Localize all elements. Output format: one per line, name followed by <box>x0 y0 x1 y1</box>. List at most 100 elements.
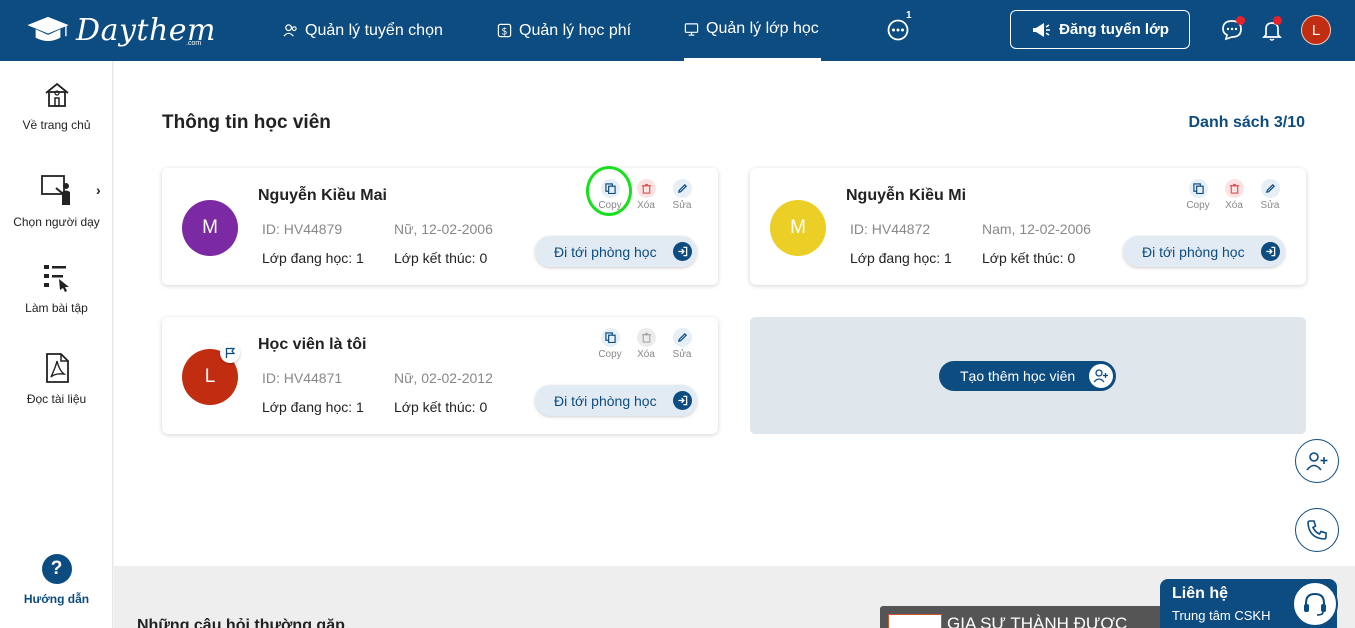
student-name: Nguyễn Kiều Mai <box>258 187 387 204</box>
student-name: Nguyễn Kiều Mi <box>846 187 967 204</box>
go-to-classroom-label: Đi tới phòng học <box>1142 243 1245 260</box>
classes-finished: Lớp kết thúc: 0 <box>982 250 1076 266</box>
student-id: ID: HV44872 <box>850 221 931 237</box>
pencil-icon <box>677 183 687 193</box>
pencil-icon <box>677 332 687 342</box>
promo-banner[interactable]: GIA SƯ THÀNH ĐƯỢC <box>880 606 1160 628</box>
copy-label: Copy <box>598 349 622 360</box>
graduation-cap-icon <box>27 16 69 42</box>
bell-notification-dot <box>1273 16 1282 25</box>
edit-button[interactable]: Sửa <box>667 179 697 211</box>
dollar-icon: $ <box>497 23 512 37</box>
users-icon <box>283 24 297 37</box>
question-icon: ? <box>41 554 72 584</box>
contact-subtitle: Trung tâm CSKH <box>1172 608 1271 623</box>
copy-button[interactable]: Copy <box>595 328 625 360</box>
main-content: Thông tin học viên Danh sách 3/10 M Nguy… <box>114 61 1355 566</box>
student-name: Học viên là tôi <box>258 336 367 353</box>
contact-title: Liên hệ <box>1172 585 1229 602</box>
go-to-classroom-button[interactable]: Đi tới phòng học <box>535 385 697 416</box>
add-student-button[interactable]: Tạo thêm học viên <box>939 361 1116 391</box>
nav-tuition-label: Quản lý học phí <box>519 21 632 39</box>
go-to-classroom-button[interactable]: Đi tới phòng học <box>1123 236 1285 267</box>
student-card: M Nguyễn Kiều Mai ID: HV44879 Nữ, 12-02-… <box>162 166 718 285</box>
flag-icon <box>220 343 240 363</box>
sidebar: Về trang chủ Chọn người dạy › Làm bài tậ… <box>0 61 113 628</box>
student-id: ID: HV44879 <box>262 221 343 237</box>
trash-icon <box>1229 183 1239 194</box>
student-avatar: M <box>182 200 238 256</box>
enter-icon <box>678 395 688 406</box>
pencil-icon <box>1265 183 1275 193</box>
edit-button[interactable]: Sửa <box>667 328 697 360</box>
edit-label: Sửa <box>672 349 692 360</box>
page-title: Thông tin học viên <box>162 112 331 133</box>
sidebar-item-documents[interactable]: Đọc tài liệu <box>0 352 113 406</box>
delete-label: Xóa <box>637 349 655 360</box>
monitor-icon <box>684 22 699 36</box>
copy-button[interactable]: Copy <box>1183 179 1213 211</box>
sidebar-item-documents-label: Đọc tài liệu <box>26 392 87 406</box>
enter-icon <box>678 246 688 257</box>
sidebar-item-choose-teacher-label: Chọn người dạy <box>13 215 100 229</box>
post-class-button[interactable]: Đăng tuyển lớp <box>1010 10 1190 49</box>
nav-recruitment-label: Quản lý tuyển chọn <box>305 21 443 39</box>
enter-icon <box>1266 246 1276 257</box>
add-user-icon <box>1093 369 1108 383</box>
teacher-board-icon <box>40 175 70 205</box>
pdf-icon <box>45 353 69 383</box>
delete-label: Xóa <box>637 200 655 211</box>
promo-text: GIA SƯ THÀNH ĐƯỢC <box>947 614 1128 628</box>
delete-button[interactable]: Xóa <box>1219 179 1249 211</box>
floating-add-user-button[interactable] <box>1295 439 1339 483</box>
phone-icon <box>1307 520 1327 540</box>
checklist-icon <box>43 265 69 292</box>
trash-icon <box>641 183 651 194</box>
add-student-panel: Tạo thêm học viên <box>750 317 1306 434</box>
edit-button[interactable]: Sửa <box>1255 179 1285 211</box>
sidebar-help-label: Hướng dẫn <box>23 592 90 606</box>
chevron-right-icon[interactable]: › <box>96 182 101 198</box>
student-gender-dob: Nữ, 02-02-2012 <box>394 370 493 386</box>
delete-button[interactable]: Xóa <box>631 179 661 211</box>
sidebar-help[interactable]: ? Hướng dẫn <box>0 554 113 606</box>
edit-label: Sửa <box>672 200 692 211</box>
student-avatar: M <box>770 200 826 256</box>
svg-text:$: $ <box>502 26 508 37</box>
contact-widget[interactable]: Liên hệ Trung tâm CSKH <box>1160 579 1338 628</box>
classes-learning: Lớp đang học: 1 <box>850 250 952 266</box>
user-avatar[interactable]: L <box>1301 15 1331 45</box>
copy-highlight-ring <box>586 166 632 216</box>
floating-phone-button[interactable] <box>1295 508 1339 552</box>
sidebar-item-homework[interactable]: Làm bài tập <box>0 261 113 315</box>
sidebar-item-home-label: Về trang chủ <box>22 118 91 132</box>
classes-finished: Lớp kết thúc: 0 <box>394 250 488 266</box>
nav-recruitment[interactable]: Quản lý tuyển chọn <box>283 0 443 61</box>
add-user-icon <box>1306 452 1328 471</box>
logo[interactable]: Daythem .com <box>26 8 216 52</box>
nav-tuition[interactable]: $ Quản lý học phí <box>497 0 631 61</box>
post-class-label: Đăng tuyển lớp <box>1059 21 1169 38</box>
nav-classes[interactable]: Quản lý lớp học <box>684 0 821 61</box>
student-gender-dob: Nam, 12-02-2006 <box>982 221 1091 237</box>
more-options-icon[interactable] <box>886 18 910 42</box>
add-student-label: Tạo thêm học viên <box>960 368 1076 384</box>
faq-title: Những câu hỏi thường gặp <box>137 617 345 628</box>
classes-learning: Lớp đang học: 1 <box>262 250 364 266</box>
copy-icon <box>604 332 616 343</box>
student-gender-dob: Nữ, 12-02-2006 <box>394 221 493 237</box>
copy-icon <box>1192 183 1204 194</box>
sidebar-item-homework-label: Làm bài tập <box>25 301 88 315</box>
copy-label: Copy <box>1186 200 1210 211</box>
list-count[interactable]: Danh sách 3/10 <box>1189 114 1306 132</box>
nav-classes-label: Quản lý lớp học <box>706 20 819 37</box>
classes-learning: Lớp đang học: 1 <box>262 399 364 415</box>
sidebar-item-home[interactable]: Về trang chủ <box>0 80 113 132</box>
trash-icon <box>641 332 651 343</box>
top-header: Daythem .com Quản lý tuyển chọn $ Quản l… <box>0 0 1355 61</box>
delete-button: Xóa <box>631 328 661 360</box>
go-to-classroom-button[interactable]: Đi tới phòng học <box>535 236 697 267</box>
megaphone-icon <box>1033 22 1051 37</box>
home-icon <box>44 82 69 107</box>
delete-label: Xóa <box>1225 200 1243 211</box>
